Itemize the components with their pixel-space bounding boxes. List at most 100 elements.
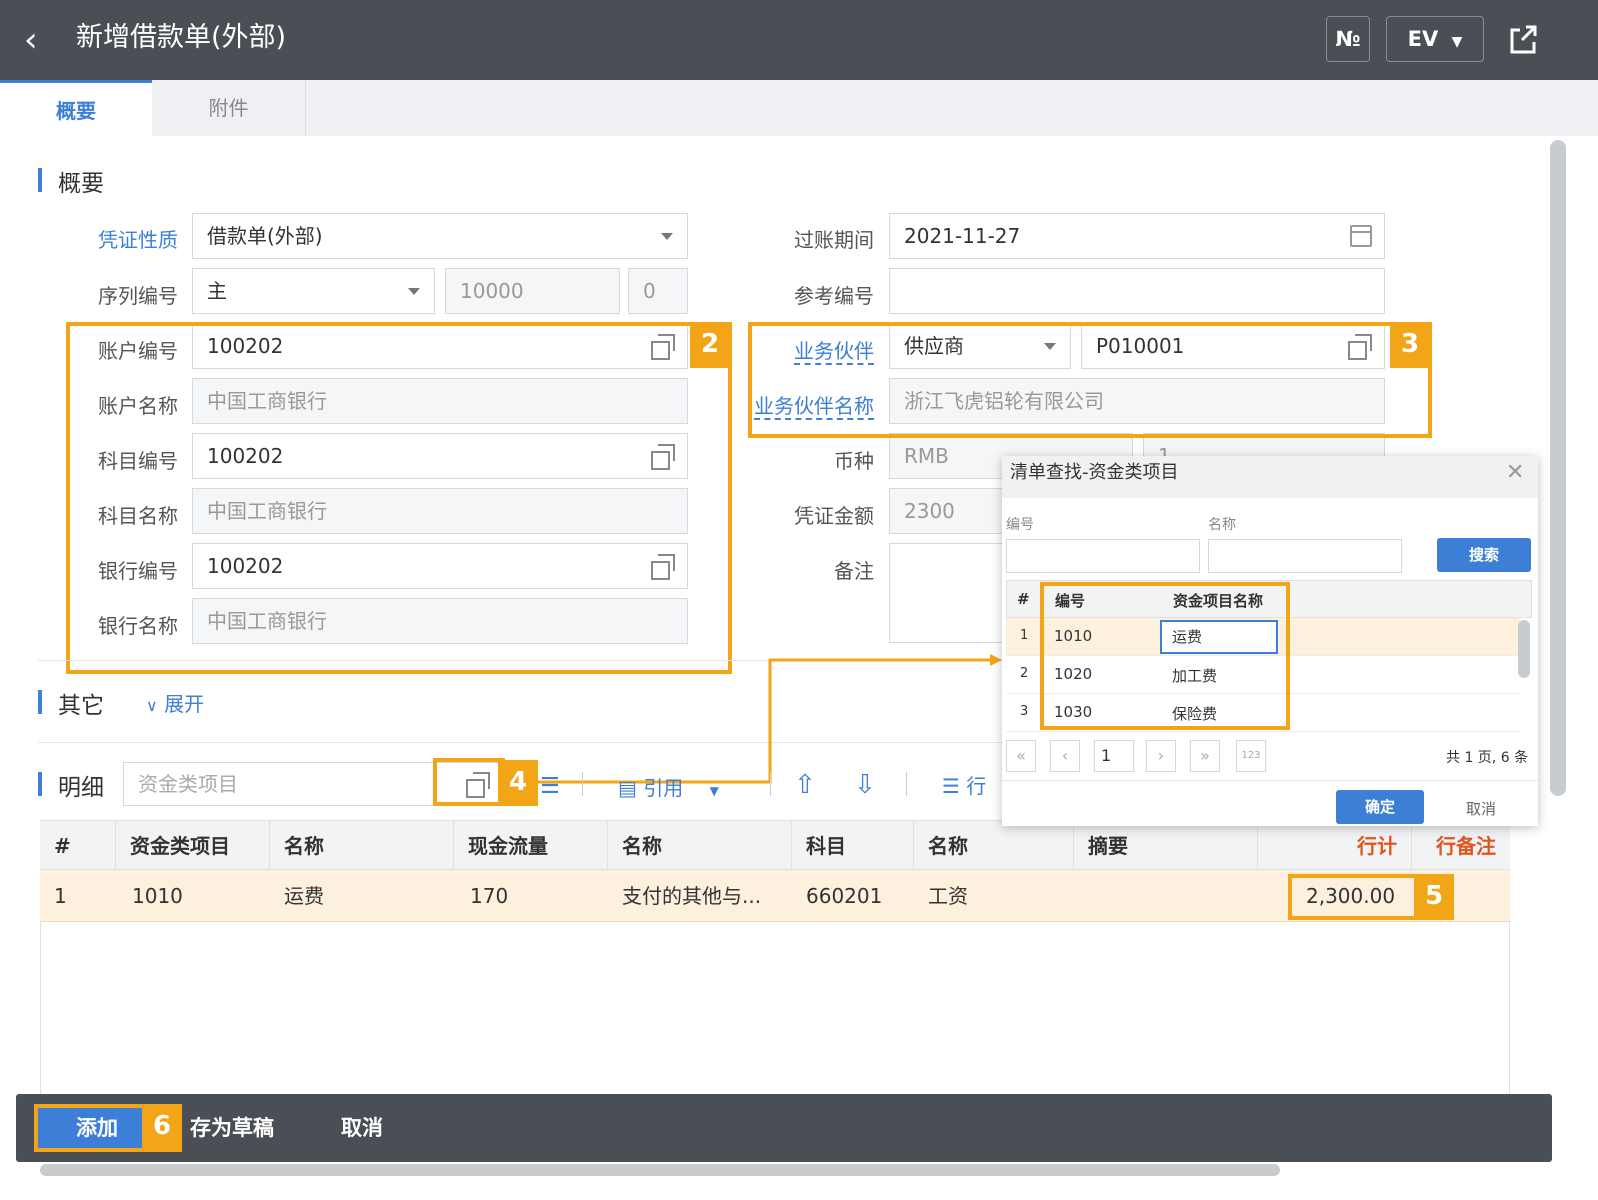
toolbar-divider xyxy=(770,772,771,796)
ok-button[interactable]: 确定 xyxy=(1336,790,1424,824)
close-icon[interactable]: ✕ xyxy=(1506,460,1524,485)
page-scrollbar-vertical[interactable] xyxy=(1550,140,1566,796)
lookup-icon[interactable] xyxy=(651,444,675,470)
share-icon[interactable] xyxy=(1506,20,1540,58)
chevron-down-icon xyxy=(408,288,420,295)
save-draft-button[interactable]: 存为草稿 xyxy=(182,1104,282,1152)
tab-bar: 概要 附件 xyxy=(0,80,1598,136)
list-item[interactable]: 1 1010 运费 xyxy=(1006,618,1520,656)
section-marker xyxy=(38,772,42,796)
cell-index: 1 xyxy=(54,884,67,908)
voucher-type-label[interactable]: 凭证性质 xyxy=(28,224,178,253)
move-up-icon[interactable]: ⇧ xyxy=(794,770,816,800)
move-down-icon[interactable]: ⇩ xyxy=(854,770,876,800)
partner-code-field[interactable]: P010001 xyxy=(1081,323,1385,369)
partner-name-label-text[interactable]: 业务伙伴名称 xyxy=(754,394,874,420)
quote-label: 引用 xyxy=(643,776,684,800)
app-header: ‹ 新增借款单(外部) № EV ▼ xyxy=(0,0,1598,80)
voucher-type-select[interactable]: 借款单(外部) xyxy=(192,213,688,259)
tab-attachments[interactable]: 附件 xyxy=(152,80,306,136)
page-title: 新增借款单(外部) xyxy=(76,22,287,53)
cell-total[interactable]: 2,300.00 xyxy=(1292,870,1396,922)
subject-no-label: 科目编号 xyxy=(98,449,178,473)
lookup-dialog: 清单查找-资金类项目 ✕ 编号 名称 搜索 # 编号 资金项目名称 1 1010… xyxy=(1002,456,1538,826)
row-code: 1020 xyxy=(1054,665,1093,683)
dialog-cancel-button[interactable]: 取消 xyxy=(1466,798,1496,819)
cell-summary[interactable] xyxy=(1074,870,1258,922)
posting-date-value: 2021-11-27 xyxy=(904,224,1021,248)
code-filter-label: 编号 xyxy=(1006,517,1034,533)
toolbar-divider xyxy=(582,772,583,796)
bank-no-value: 100202 xyxy=(207,554,284,578)
cell-subject[interactable]: 660201 xyxy=(792,870,914,922)
cancel-button[interactable]: 取消 xyxy=(332,1104,392,1152)
column-header: 资金项目名称 xyxy=(1173,592,1264,610)
row-name-selected[interactable]: 运费 xyxy=(1160,620,1278,654)
row-index: 1 xyxy=(1020,628,1029,643)
subject-no-value: 100202 xyxy=(207,444,284,468)
prev-page-icon[interactable]: ‹ xyxy=(1050,740,1080,772)
chevron-down-icon xyxy=(661,233,673,240)
row-index: 3 xyxy=(1020,704,1029,719)
code-filter-input[interactable] xyxy=(1006,539,1200,573)
reference-no-field[interactable] xyxy=(889,268,1385,314)
partner-label[interactable]: 业务伙伴 xyxy=(724,335,874,365)
step-badge-3: 3 xyxy=(1390,322,1430,368)
ev-dropdown-button[interactable]: EV ▼ xyxy=(1386,16,1484,62)
lookup-icon[interactable] xyxy=(466,772,490,798)
lookup-icon[interactable] xyxy=(651,334,675,360)
posting-date-field[interactable]: 2021-11-27 xyxy=(889,213,1385,259)
number-button[interactable]: № xyxy=(1326,16,1370,62)
expand-toggle[interactable]: ∨ 展开 xyxy=(146,688,204,717)
next-page-icon[interactable]: › xyxy=(1146,740,1176,772)
row-menu-label: 行 xyxy=(966,774,987,798)
fund-item-input[interactable]: 资金类项目 xyxy=(123,762,503,806)
section-marker xyxy=(38,168,42,192)
account-name-field: 中国工商银行 xyxy=(192,378,688,424)
row-menu-button[interactable]: ☰ 行 xyxy=(942,770,986,799)
serial-number-field: 10000 xyxy=(445,268,620,314)
column-header: # xyxy=(40,821,116,871)
list-item[interactable]: 3 1030 保险费 xyxy=(1006,694,1520,732)
partner-name-label[interactable]: 业务伙伴名称 xyxy=(724,390,874,420)
subject-no-field[interactable]: 100202 xyxy=(192,433,688,479)
last-page-icon[interactable]: » xyxy=(1190,740,1220,772)
partner-type-select[interactable]: 供应商 xyxy=(889,323,1071,369)
back-icon[interactable]: ‹ xyxy=(24,20,54,60)
tab-summary[interactable]: 概要 xyxy=(0,80,152,136)
detail-table-body xyxy=(40,922,1510,1102)
bank-name-label: 银行名称 xyxy=(98,614,178,638)
name-filter-input[interactable] xyxy=(1208,539,1402,573)
serial-select[interactable]: 主 xyxy=(192,268,435,314)
lookup-icon[interactable] xyxy=(651,554,675,580)
list-icon[interactable]: ☰ xyxy=(540,774,560,799)
dialog-scrollbar[interactable] xyxy=(1518,620,1530,678)
lookup-icon[interactable] xyxy=(1348,334,1372,360)
account-no-field[interactable]: 100202 xyxy=(192,323,688,369)
subject-name-field: 中国工商银行 xyxy=(192,488,688,534)
account-no-label: 账户编号 xyxy=(98,339,178,363)
toolbar-divider xyxy=(906,772,907,796)
page-input[interactable]: 1 xyxy=(1094,740,1134,772)
partner-label-text[interactable]: 业务伙伴 xyxy=(794,339,874,365)
caret-down-icon: ▼ xyxy=(709,784,719,798)
row-code: 1030 xyxy=(1054,703,1093,721)
first-page-icon[interactable]: « xyxy=(1006,740,1036,772)
table-row[interactable]: 1 1010 运费 170 支付的其他与... 660201 工资 2,300.… xyxy=(40,870,1510,922)
column-header: 编号 xyxy=(1055,592,1086,610)
search-button[interactable]: 搜索 xyxy=(1437,538,1531,572)
page-scrollbar-horizontal[interactable] xyxy=(40,1164,1280,1176)
partner-name-field: 浙江飞虎铝轮有限公司 xyxy=(889,378,1385,424)
account-no-value: 100202 xyxy=(207,334,284,358)
column-header: 名称 xyxy=(608,821,792,871)
list-item[interactable]: 2 1020 加工费 xyxy=(1006,656,1520,694)
bank-no-field[interactable]: 100202 xyxy=(192,543,688,589)
quote-button[interactable]: ▤ 引用 ▼ xyxy=(618,772,719,801)
column-header: 行计 xyxy=(1258,821,1412,871)
calendar-icon[interactable] xyxy=(1350,225,1372,247)
section-marker xyxy=(38,690,42,714)
goto-page-icon[interactable]: 123 xyxy=(1236,740,1266,772)
cell-fund-item[interactable]: 1010 xyxy=(118,870,272,922)
cell-cashflow[interactable]: 170 xyxy=(456,870,610,922)
add-button[interactable]: 添加 xyxy=(38,1104,156,1152)
